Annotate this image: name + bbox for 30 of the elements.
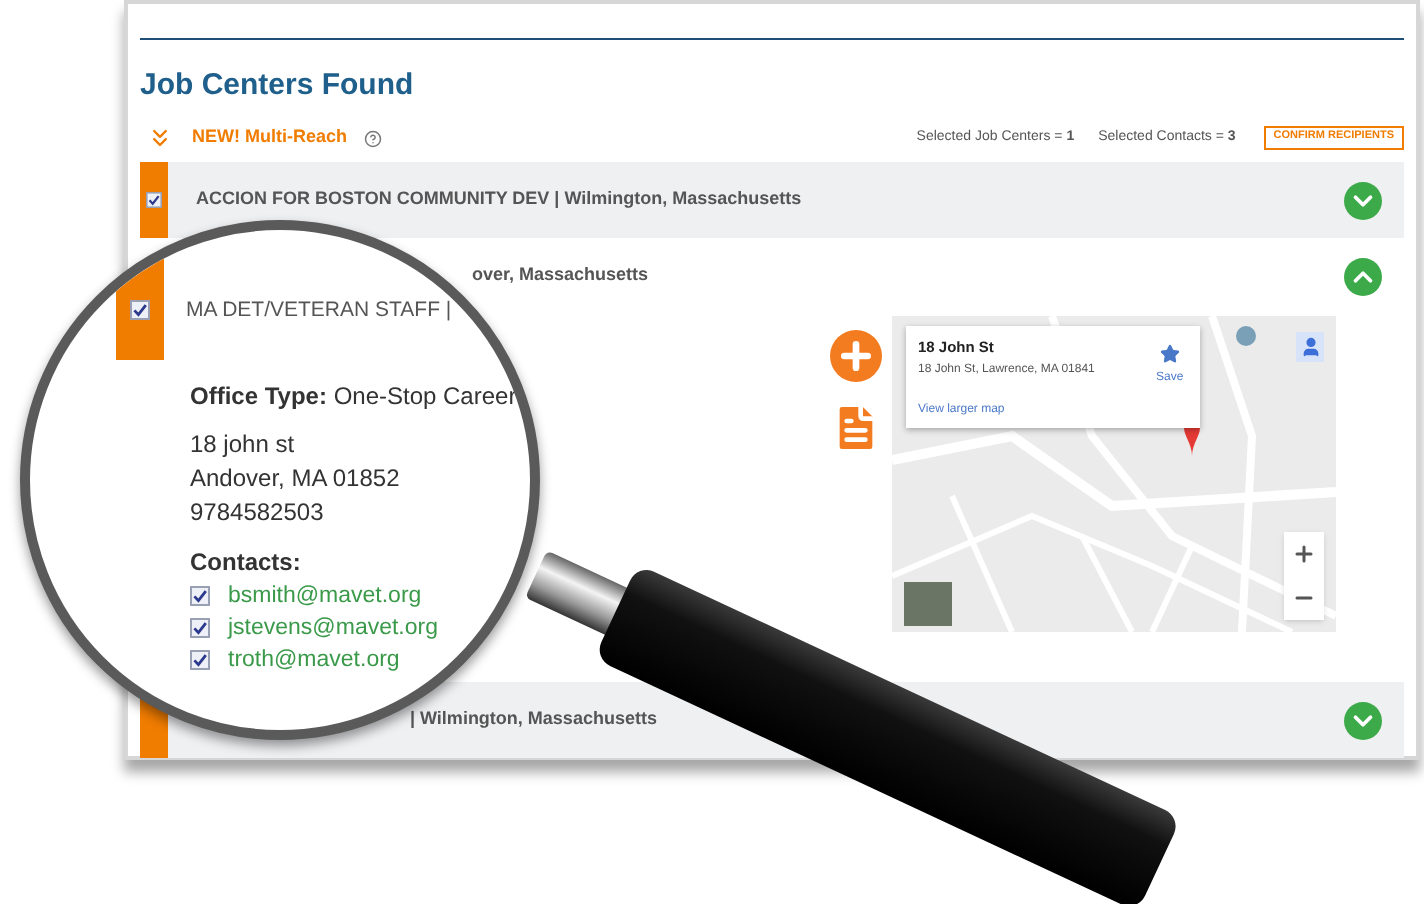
- expand-button[interactable]: [1344, 181, 1382, 219]
- collapse-button[interactable]: [1344, 257, 1382, 295]
- checkbox[interactable]: [130, 300, 150, 320]
- star-icon[interactable]: [1160, 344, 1180, 364]
- result-title: | Wilmington, Massachusetts: [410, 706, 657, 733]
- help-icon[interactable]: [363, 129, 381, 147]
- office-type: Office Type: One-Stop Career: [190, 380, 519, 414]
- zoom-in-icon[interactable]: [1292, 542, 1316, 566]
- address-line: 18 john st: [190, 428, 297, 462]
- page-heading: Job Centers Found: [140, 68, 416, 104]
- contact-email[interactable]: bsmith@mavet.org: [228, 579, 422, 613]
- contact-email[interactable]: troth@mavet.org: [228, 643, 400, 677]
- checkbox[interactable]: [146, 192, 162, 208]
- contacts-label: Contacts:: [190, 546, 303, 580]
- contact-email[interactable]: jstevens@mavet.org: [228, 611, 438, 645]
- feature-label: NEW! Multi-Reach: [192, 124, 347, 151]
- result-title: over, Massachusetts: [472, 262, 649, 289]
- expand-button[interactable]: [1344, 701, 1382, 739]
- result-row[interactable]: ACCION FOR BOSTON COMMUNITY DEV | Wilmington, Massachusetts: [140, 162, 1404, 238]
- address-line: Andover, MA 01852: [190, 462, 402, 496]
- zoom-control[interactable]: [1284, 532, 1324, 620]
- checkbox[interactable]: [190, 586, 210, 606]
- add-button[interactable]: [830, 330, 882, 382]
- checkbox[interactable]: [190, 618, 210, 638]
- job-center-title: MA DET/VETERAN STAFF |: [186, 296, 452, 324]
- phone-number: 9784582503: [190, 496, 326, 530]
- plus-icon: [836, 336, 876, 376]
- street-view-button[interactable]: [1296, 332, 1324, 362]
- checkbox[interactable]: [190, 650, 210, 670]
- result-title: ACCION FOR BOSTON COMMUNITY DEV | Wilmington, Massachusetts: [196, 186, 802, 213]
